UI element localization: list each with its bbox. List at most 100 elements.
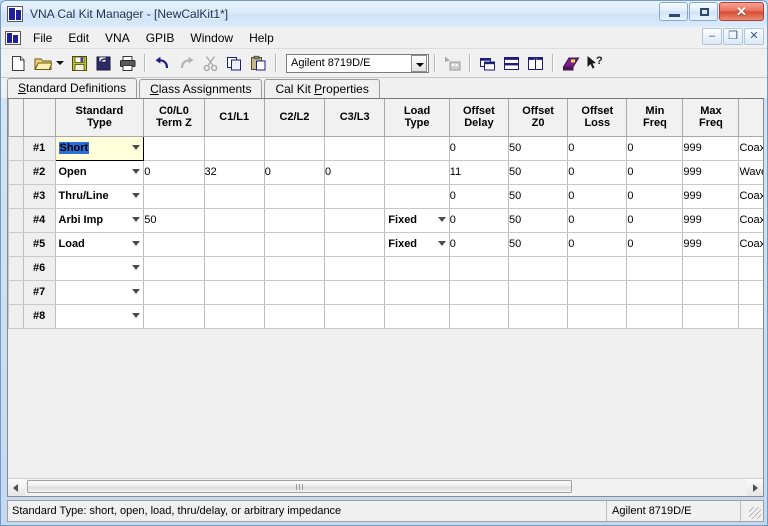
- cell-offset-z0[interactable]: 50: [507, 183, 569, 209]
- cell-standard-type[interactable]: [54, 303, 145, 329]
- cell-load-type[interactable]: [384, 303, 450, 329]
- save-as-button[interactable]: [92, 52, 115, 74]
- scroll-right-button[interactable]: [746, 479, 763, 496]
- cell-load-type[interactable]: [384, 255, 450, 281]
- cell-c3-l3[interactable]: [324, 303, 386, 329]
- row-marker[interactable]: [8, 303, 24, 329]
- cell-c0-l0-term-z[interactable]: [143, 135, 205, 161]
- cell-load-type[interactable]: [384, 279, 450, 305]
- chevron-down-icon[interactable]: [132, 265, 141, 270]
- column-header-c3-l3[interactable]: C3/L3: [324, 99, 386, 137]
- table-row[interactable]: #5 Load Fixed 0 50 0 0 999 Coax: [8, 231, 763, 257]
- cut-button[interactable]: [199, 52, 222, 74]
- cell-standard-type[interactable]: Open: [54, 159, 145, 185]
- maximize-button[interactable]: [689, 2, 718, 21]
- cell-max-freq[interactable]: 999: [682, 207, 740, 233]
- cell-c2-l2[interactable]: [263, 183, 326, 209]
- cell-offset-z0[interactable]: 50: [507, 135, 569, 161]
- row-number[interactable]: #1: [22, 135, 56, 161]
- cell-min-freq[interactable]: [626, 255, 684, 281]
- chevron-down-icon[interactable]: [132, 145, 141, 150]
- whats-this-button[interactable]: ?: [583, 52, 606, 74]
- scrollbar-track[interactable]: [25, 479, 746, 496]
- cell-offset-z0[interactable]: [507, 303, 569, 329]
- chevron-down-icon[interactable]: [437, 241, 446, 246]
- standard-type-combobox[interactable]: Short: [56, 137, 143, 159]
- cell-c3-l3[interactable]: [324, 255, 386, 281]
- cell-c2-l2[interactable]: [263, 303, 326, 329]
- mdi-document-icon[interactable]: [5, 30, 21, 45]
- chevron-down-icon[interactable]: [132, 217, 141, 222]
- cell-max-freq[interactable]: 999: [682, 183, 740, 209]
- cell-offset-loss[interactable]: [567, 255, 628, 281]
- cell-c3-l3[interactable]: 0: [324, 159, 386, 185]
- cell-media[interactable]: [738, 255, 763, 281]
- help-contents-button[interactable]: [559, 52, 582, 74]
- cell-media[interactable]: Coax: [738, 183, 763, 209]
- close-button[interactable]: ✕: [719, 2, 764, 21]
- column-header-max-freq[interactable]: Max Freq: [682, 99, 740, 137]
- cell-c0-l0-term-z[interactable]: 50: [143, 207, 205, 233]
- cell-offset-delay[interactable]: 0: [448, 207, 509, 233]
- row-marker[interactable]: [8, 231, 24, 257]
- cell-c1-l1[interactable]: [203, 303, 265, 329]
- column-header-min-freq[interactable]: Min Freq: [626, 99, 684, 137]
- row-marker[interactable]: [8, 279, 24, 305]
- row-marker[interactable]: [8, 183, 24, 209]
- cell-offset-delay[interactable]: 11: [448, 159, 509, 185]
- cell-offset-loss[interactable]: [567, 279, 628, 305]
- cell-media[interactable]: Coax: [738, 135, 763, 161]
- cell-c0-l0-term-z[interactable]: [143, 303, 205, 329]
- row-number[interactable]: #5: [22, 231, 56, 257]
- chevron-down-icon[interactable]: [132, 241, 141, 246]
- cell-standard-type[interactable]: Short: [54, 135, 145, 161]
- minimize-button[interactable]: [659, 2, 688, 21]
- print-button[interactable]: [116, 52, 139, 74]
- chevron-down-icon[interactable]: [132, 193, 141, 198]
- paste-button[interactable]: [247, 52, 270, 74]
- scroll-left-button[interactable]: [8, 479, 25, 496]
- standard-type-combobox[interactable]: Thru/Line: [56, 185, 143, 207]
- cell-offset-delay[interactable]: 0: [448, 135, 509, 161]
- row-number[interactable]: #7: [22, 279, 56, 305]
- cell-c3-l3[interactable]: [324, 207, 386, 233]
- cell-standard-type[interactable]: [54, 279, 145, 305]
- cell-load-type[interactable]: [384, 159, 450, 185]
- vna-model-combobox[interactable]: Agilent 8719D/E: [286, 53, 429, 73]
- cascade-windows-button[interactable]: [476, 52, 499, 74]
- cell-offset-z0[interactable]: [507, 279, 569, 305]
- cell-offset-delay[interactable]: [448, 255, 509, 281]
- cell-c0-l0-term-z[interactable]: [143, 183, 205, 209]
- cell-min-freq[interactable]: [626, 279, 684, 305]
- chevron-down-icon[interactable]: [132, 169, 141, 174]
- cell-c0-l0-term-z[interactable]: 0: [143, 159, 205, 185]
- cell-max-freq[interactable]: [682, 255, 740, 281]
- row-marker[interactable]: [8, 159, 24, 185]
- cell-offset-loss[interactable]: 0: [567, 183, 628, 209]
- cell-standard-type[interactable]: Load: [54, 231, 145, 257]
- cell-c2-l2[interactable]: [263, 135, 326, 161]
- mdi-restore-button[interactable]: ❐: [723, 28, 743, 45]
- standard-type-combobox[interactable]: [56, 305, 143, 327]
- cell-c0-l0-term-z[interactable]: [143, 231, 205, 257]
- cell-load-type[interactable]: [384, 183, 450, 209]
- row-number[interactable]: #2: [22, 159, 56, 185]
- row-number[interactable]: #4: [22, 207, 56, 233]
- cell-c1-l1[interactable]: [203, 231, 265, 257]
- cell-offset-z0[interactable]: 50: [507, 159, 569, 185]
- cell-c3-l3[interactable]: [324, 231, 386, 257]
- scrollbar-thumb[interactable]: [27, 480, 572, 493]
- column-header-offset-delay[interactable]: Offset Delay: [448, 99, 509, 137]
- redo-button[interactable]: [175, 52, 198, 74]
- cell-max-freq[interactable]: 999: [682, 231, 740, 257]
- cell-c3-l3[interactable]: [324, 183, 386, 209]
- cell-min-freq[interactable]: 0: [626, 231, 684, 257]
- cell-min-freq[interactable]: 0: [626, 207, 684, 233]
- cell-load-type[interactable]: [384, 135, 450, 161]
- row-marker[interactable]: [8, 207, 24, 233]
- standard-type-combobox[interactable]: [56, 281, 143, 303]
- new-button[interactable]: [7, 52, 30, 74]
- column-header-offset-z0[interactable]: Offset Z0: [507, 99, 569, 137]
- menu-item-edit[interactable]: Edit: [60, 29, 97, 47]
- tile-horizontal-button[interactable]: [500, 52, 523, 74]
